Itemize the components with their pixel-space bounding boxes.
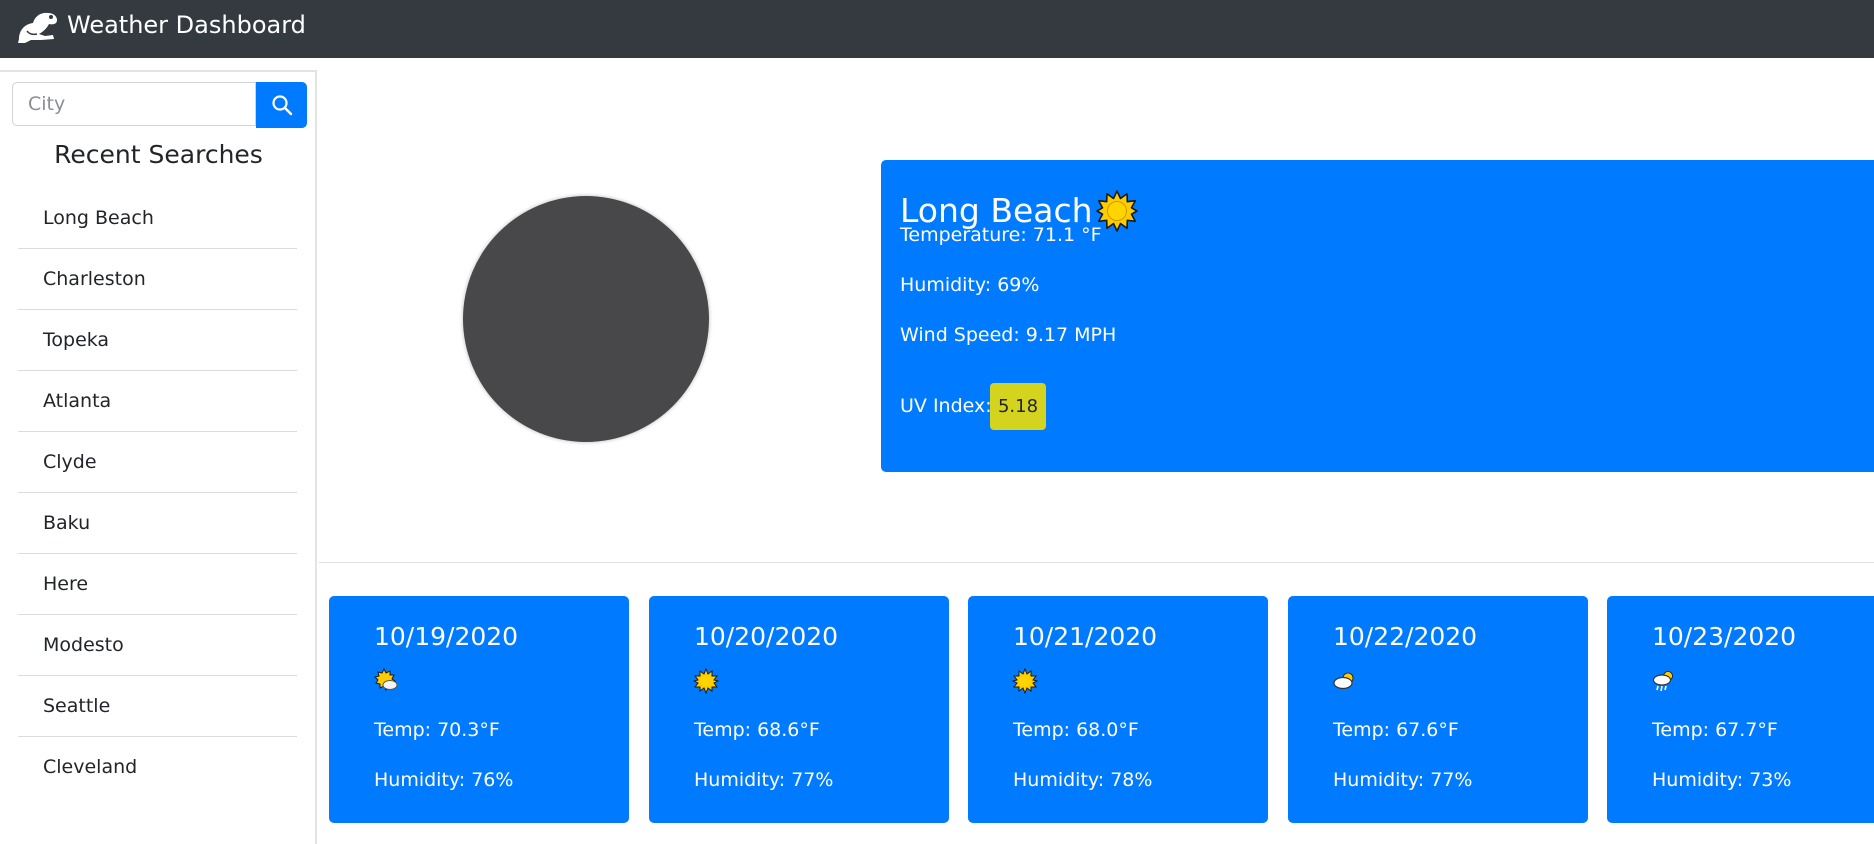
forecast-date: 10/23/2020 [1652, 622, 1797, 651]
forecast-humidity: Humidity: 73% [1652, 769, 1792, 791]
forecast-date: 10/19/2020 [374, 622, 519, 651]
sidebar: Recent Searches Long Beach Charleston To… [0, 70, 317, 844]
recent-searches-title: Recent Searches [54, 140, 263, 169]
city-search-input[interactable] [12, 82, 256, 126]
app-title: Weather Dashboard [67, 11, 306, 39]
recent-search-item[interactable]: Long Beach [18, 188, 297, 249]
forecast-date: 10/21/2020 [1013, 622, 1158, 651]
recent-search-item[interactable]: Topeka [18, 310, 297, 371]
city-image [463, 196, 709, 442]
forecast-card: 10/22/2020 Temp: 67.6°F Humidity: 77% [1288, 596, 1588, 823]
forecast-date: 10/22/2020 [1333, 622, 1478, 651]
forecast-card: 10/23/2020 Temp: 67.7°F Humidity: 73% [1607, 596, 1874, 823]
sun-icon [693, 668, 719, 694]
navbar: Weather Dashboard [0, 0, 1874, 58]
current-weather-card: Long Beach Temperature: 71.1 °F Humidity… [881, 160, 1874, 472]
forecast-card: 10/21/2020 Temp: 68.0°F Humidity: 78% [968, 596, 1268, 823]
recent-search-item[interactable]: Charleston [18, 249, 297, 310]
forecast-temp: Temp: 68.0°F [1013, 719, 1139, 741]
uv-index-label: UV Index: [900, 395, 992, 417]
recent-search-item[interactable]: Here [18, 554, 297, 615]
search-button[interactable] [256, 82, 307, 128]
recent-searches-list: Long Beach Charleston Topeka Atlanta Cly… [18, 188, 297, 798]
cloud-sun-icon [1333, 672, 1354, 690]
sun-cloud-icon [374, 668, 398, 692]
forecast-humidity: Humidity: 77% [1333, 769, 1473, 791]
forecast-card: 10/19/2020 Temp: 70.3°F Humidity: 76% [329, 596, 629, 823]
frog-icon[interactable] [15, 6, 61, 46]
forecast-temp: Temp: 70.3°F [374, 719, 500, 741]
recent-search-item[interactable]: Modesto [18, 615, 297, 676]
recent-search-item[interactable]: Baku [18, 493, 297, 554]
forecast-temp: Temp: 68.6°F [694, 719, 820, 741]
forecast-temp: Temp: 67.7°F [1652, 719, 1778, 741]
recent-search-item[interactable]: Clyde [18, 432, 297, 493]
sun-icon [1012, 668, 1038, 694]
forecast-temp: Temp: 67.6°F [1333, 719, 1459, 741]
current-temperature: Temperature: 71.1 °F [900, 224, 1102, 246]
forecast-card: 10/20/2020 Temp: 68.6°F Humidity: 77% [649, 596, 949, 823]
forecast-humidity: Humidity: 76% [374, 769, 514, 791]
rain-icon [1652, 671, 1673, 692]
forecast-humidity: Humidity: 78% [1013, 769, 1153, 791]
forecast-humidity: Humidity: 77% [694, 769, 834, 791]
recent-search-item[interactable]: Atlanta [18, 371, 297, 432]
forecast-date: 10/20/2020 [694, 622, 839, 651]
search-icon [271, 95, 292, 116]
recent-search-item[interactable]: Seattle [18, 676, 297, 737]
section-divider [319, 562, 1874, 563]
current-humidity: Humidity: 69% [900, 274, 1040, 296]
current-wind-speed: Wind Speed: 9.17 MPH [900, 324, 1117, 346]
uv-index-badge: 5.18 [990, 383, 1046, 430]
recent-search-item[interactable]: Cleveland [18, 737, 297, 798]
